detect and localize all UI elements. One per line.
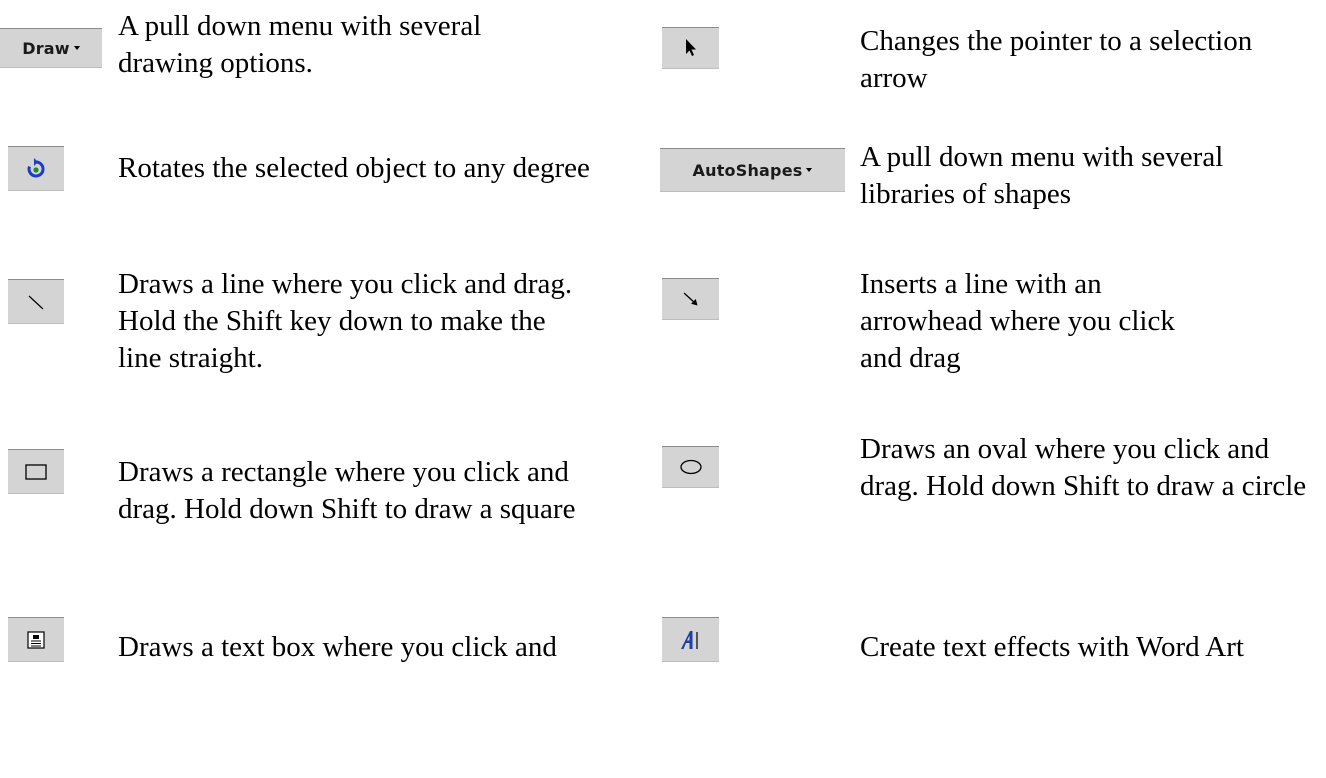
draw-menu-label: Draw	[22, 38, 70, 58]
text-box-button[interactable]	[8, 617, 64, 662]
text-box-icon	[27, 630, 45, 649]
chevron-down-icon	[73, 46, 80, 50]
arrow-line-icon	[683, 292, 697, 306]
free-rotate-button[interactable]	[8, 146, 64, 191]
wordart-description: Create text effects with Word Art	[860, 631, 1244, 663]
wordart-icon	[680, 630, 698, 649]
rectangle-tool-button[interactable]	[8, 449, 64, 494]
oval-tool-button[interactable]	[662, 446, 719, 488]
rectangle-tool-description: Draws a rectangle where you click and dr…	[118, 456, 576, 525]
line-tool-description: Draws a line where you click and drag. H…	[118, 268, 573, 374]
autoshapes-menu-button[interactable]: AutoShapes	[660, 148, 845, 192]
rectangle-icon	[25, 463, 47, 480]
oval-tool-description: Draws an oval where you click and drag. …	[860, 433, 1307, 502]
pointer-arrow-icon	[685, 39, 696, 56]
select-pointer-description: Changes the pointer to a selection arrow	[860, 25, 1253, 94]
draw-menu-button[interactable]: Draw	[0, 28, 102, 68]
draw-menu-description: A pull down menu with several drawing op…	[118, 10, 482, 79]
chevron-down-icon	[806, 168, 813, 172]
wordart-button[interactable]	[662, 617, 719, 662]
select-pointer-button[interactable]	[662, 27, 719, 69]
autoshapes-menu-description: A pull down menu with several libraries …	[860, 141, 1224, 210]
free-rotate-icon	[27, 157, 45, 177]
arrow-tool-button[interactable]	[662, 278, 719, 320]
oval-icon	[679, 459, 702, 475]
line-icon	[28, 295, 44, 309]
free-rotate-description: Rotates the selected object to any degre…	[118, 152, 590, 184]
text-box-description: Draws a text box where you click and	[118, 631, 557, 663]
arrow-tool-description: Inserts a line with an arrowhead where y…	[860, 268, 1175, 374]
line-tool-button[interactable]	[8, 279, 64, 324]
autoshapes-menu-label: AutoShapes	[692, 160, 803, 180]
